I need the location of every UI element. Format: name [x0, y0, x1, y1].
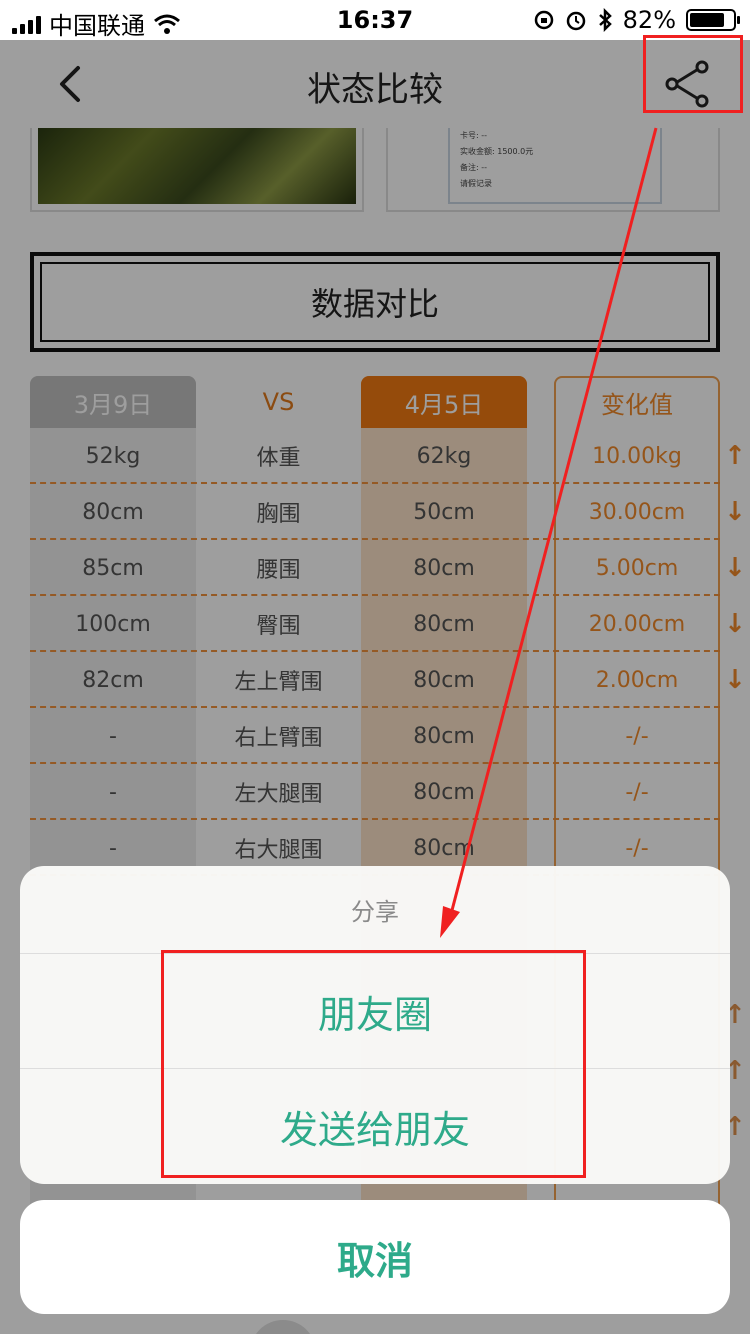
sheet-highlight-box	[161, 950, 586, 1178]
battery-percent: 82%	[622, 6, 676, 34]
bluetooth-icon	[598, 8, 612, 32]
status-bar: 中国联通 16:37 82%	[0, 0, 750, 40]
share-sheet-title: 分享	[20, 866, 730, 954]
cancel-button[interactable]: 取消	[20, 1200, 730, 1314]
battery-icon	[686, 9, 740, 31]
alarm-icon	[566, 11, 585, 31]
status-right: 82%	[533, 6, 740, 34]
rotation-lock-icon	[534, 10, 553, 30]
share-highlight-box	[643, 35, 743, 113]
